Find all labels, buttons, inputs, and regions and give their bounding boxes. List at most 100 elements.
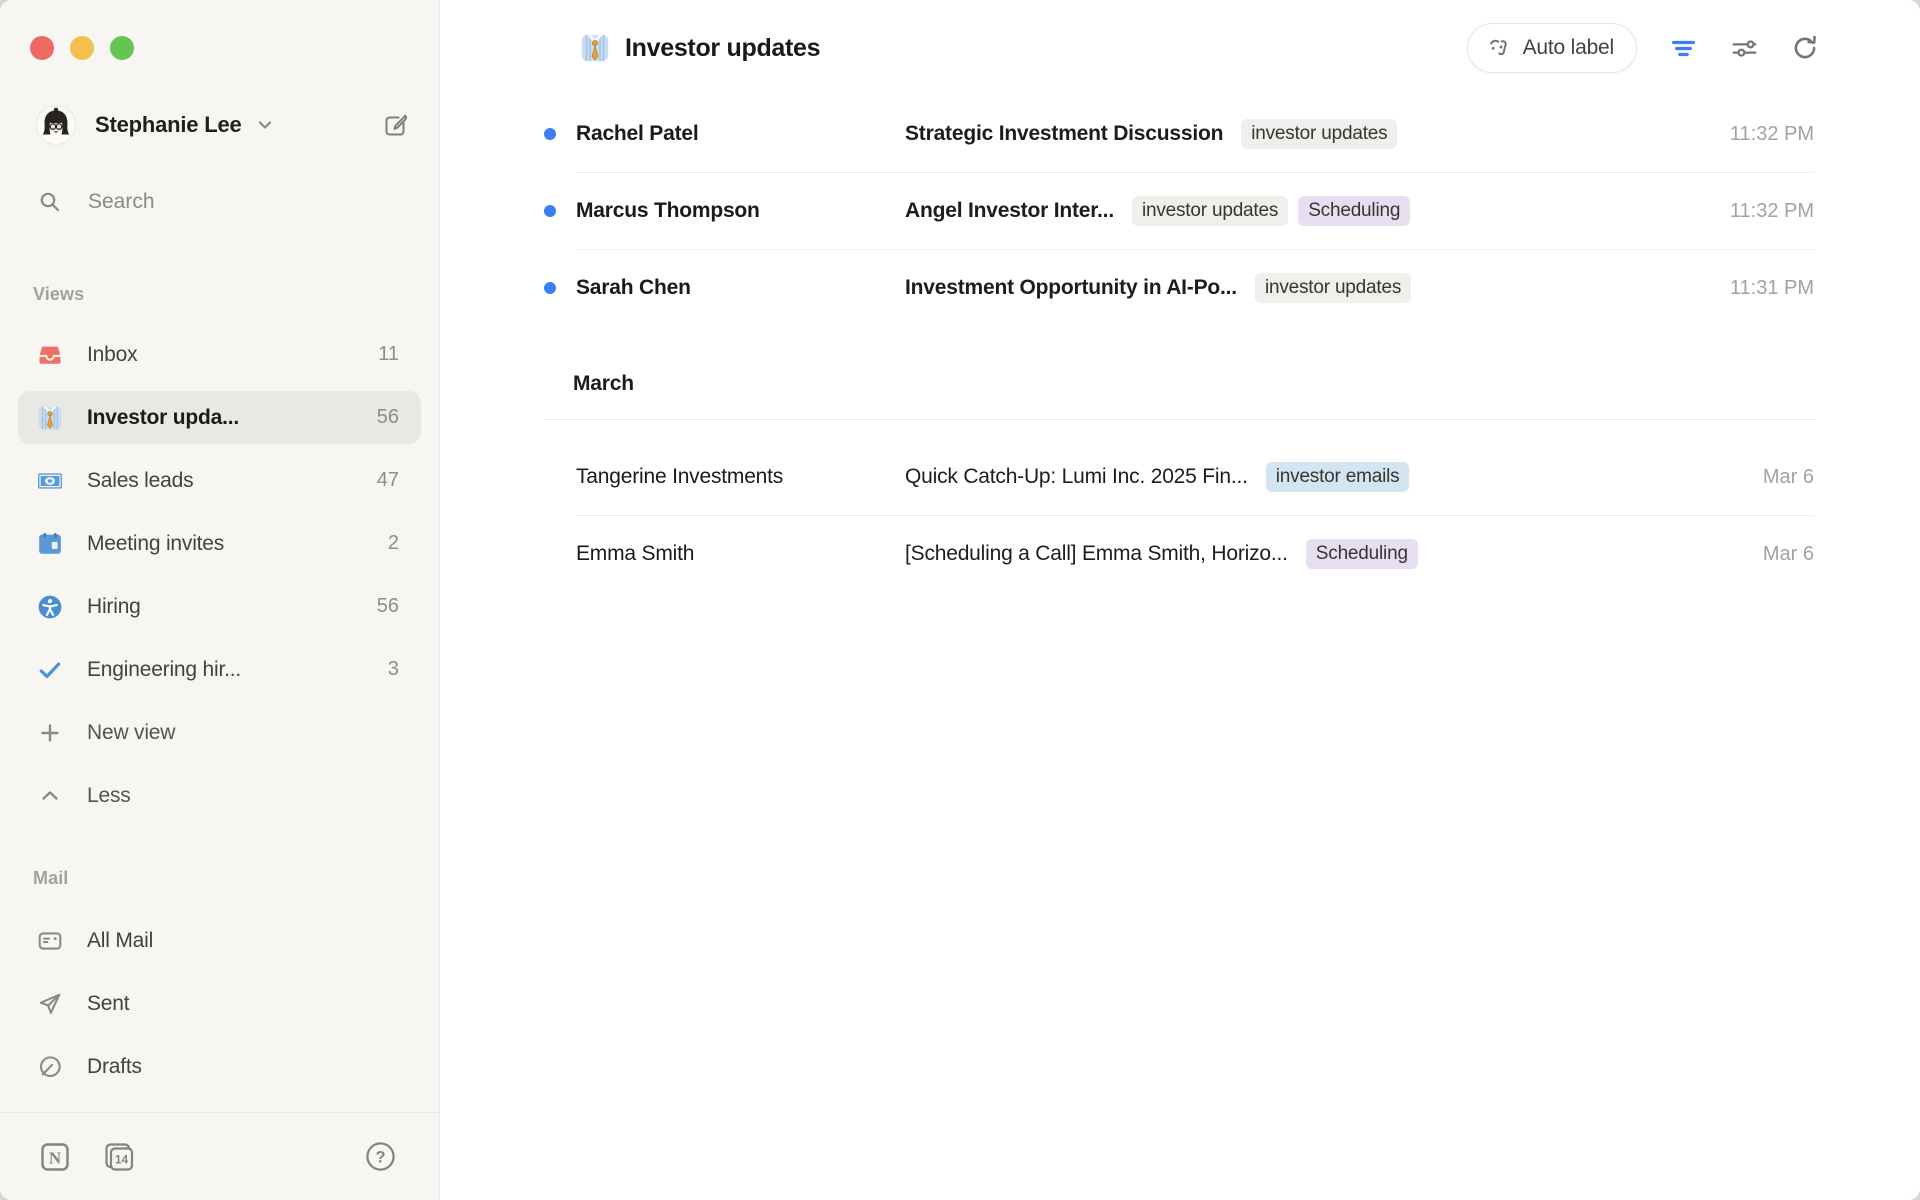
svg-text:14: 14 bbox=[115, 1152, 129, 1166]
email-row[interactable]: Sarah Chen Investment Opportunity in AI-… bbox=[440, 250, 1814, 326]
email-tags: Scheduling bbox=[1306, 539, 1418, 569]
svg-text:?: ? bbox=[375, 1148, 385, 1166]
label-tag[interactable]: investor updates bbox=[1241, 119, 1397, 149]
page-title: Investor updates bbox=[625, 34, 820, 63]
new-view-button[interactable]: New view bbox=[18, 706, 421, 759]
auto-label-text: Auto label bbox=[1523, 36, 1614, 60]
views-nav: Inbox 11 Investor upda... 56 bbox=[0, 304, 439, 822]
notion-logo-icon[interactable]: N bbox=[38, 1140, 72, 1174]
email-row[interactable]: Rachel Patel Strategic Investment Discus… bbox=[440, 96, 1814, 172]
views-section-label: Views bbox=[33, 284, 439, 304]
sidebar-item-count: 3 bbox=[388, 658, 399, 681]
sidebar-item-label: Investor upda... bbox=[87, 406, 239, 430]
ai-face-icon bbox=[1485, 35, 1512, 62]
fullscreen-window-button[interactable] bbox=[110, 36, 134, 60]
email-subject: Quick Catch-Up: Lumi Inc. 2025 Fin... bbox=[905, 465, 1248, 489]
sidebar-item-drafts[interactable]: Drafts bbox=[18, 1040, 421, 1093]
search-button[interactable]: Search bbox=[38, 182, 409, 222]
email-subject: Angel Investor Inter... bbox=[905, 199, 1114, 223]
email-time: 11:32 PM bbox=[1730, 123, 1814, 146]
sidebar-item-hiring[interactable]: Hiring 56 bbox=[18, 580, 421, 633]
paper-plane-icon bbox=[37, 991, 63, 1017]
sidebar-item-count: 47 bbox=[377, 469, 399, 492]
label-tag[interactable]: Scheduling bbox=[1298, 196, 1410, 226]
email-sender: Tangerine Investments bbox=[576, 465, 905, 489]
email-row[interactable]: Marcus Thompson Angel Investor Inter... … bbox=[440, 173, 1814, 249]
sidebar-item-meeting-invites[interactable]: Meeting invites 2 bbox=[18, 517, 421, 570]
sidebar-item-count: 11 bbox=[378, 343, 399, 366]
sidebar-item-label: Sales leads bbox=[87, 469, 193, 493]
calendar-app-icon[interactable]: 14 bbox=[102, 1140, 136, 1174]
sidebar-item-label: Hiring bbox=[87, 595, 141, 619]
email-time: Mar 6 bbox=[1763, 543, 1814, 566]
email-sender: Marcus Thompson bbox=[576, 199, 905, 223]
compose-button[interactable] bbox=[383, 112, 409, 138]
search-label: Search bbox=[88, 190, 155, 214]
email-row[interactable]: Emma Smith [Scheduling a Call] Emma Smit… bbox=[440, 516, 1814, 592]
refresh-icon[interactable] bbox=[1790, 33, 1820, 63]
chevron-up-icon bbox=[37, 783, 63, 809]
new-view-label: New view bbox=[87, 721, 175, 745]
group-divider bbox=[546, 419, 1814, 420]
unread-dot bbox=[544, 548, 556, 560]
sidebar-item-label: Sent bbox=[87, 992, 129, 1016]
mail-section-label: Mail bbox=[33, 868, 439, 888]
email-row[interactable]: Tangerine Investments Quick Catch-Up: Lu… bbox=[440, 439, 1814, 515]
label-tag[interactable]: investor emails bbox=[1266, 462, 1410, 492]
main-panel: Investor updates Auto label bbox=[440, 0, 1920, 1200]
sidebar-item-all-mail[interactable]: All Mail bbox=[18, 914, 421, 967]
group-header-march: March bbox=[573, 372, 1814, 402]
label-tag[interactable]: investor updates bbox=[1255, 273, 1411, 303]
accessibility-icon bbox=[37, 594, 63, 620]
email-sender: Sarah Chen bbox=[576, 276, 905, 300]
email-tags: investor updates Scheduling bbox=[1132, 196, 1410, 226]
email-time: 11:32 PM bbox=[1730, 200, 1814, 223]
sidebar-item-label: Inbox bbox=[87, 343, 137, 367]
filter-icon[interactable] bbox=[1668, 33, 1698, 63]
email-time: 11:31 PM bbox=[1730, 277, 1814, 300]
envelope-icon bbox=[37, 928, 63, 954]
sidebar-item-sales-leads[interactable]: Sales leads 47 bbox=[18, 454, 421, 507]
unread-dot bbox=[544, 205, 556, 217]
display-settings-icon[interactable] bbox=[1729, 33, 1759, 63]
email-sender: Rachel Patel bbox=[576, 122, 905, 146]
sidebar-item-count: 56 bbox=[377, 595, 399, 618]
minimize-window-button[interactable] bbox=[70, 36, 94, 60]
avatar bbox=[36, 105, 76, 145]
sidebar-footer: N 14 ? bbox=[0, 1112, 439, 1200]
header-actions: Auto label bbox=[1467, 23, 1820, 73]
sidebar-item-engineering-hiring[interactable]: Engineering hir... 3 bbox=[18, 643, 421, 696]
email-time: Mar 6 bbox=[1763, 466, 1814, 489]
unread-dot bbox=[544, 282, 556, 294]
chevron-down-icon bbox=[256, 116, 274, 134]
close-window-button[interactable] bbox=[30, 36, 54, 60]
mail-nav: All Mail Sent Drafts bbox=[0, 888, 439, 1093]
label-tag[interactable]: investor updates bbox=[1132, 196, 1288, 226]
calendar-emoji-icon bbox=[37, 531, 63, 557]
unread-dot bbox=[544, 471, 556, 483]
label-tag[interactable]: Scheduling bbox=[1306, 539, 1418, 569]
svg-text:N: N bbox=[49, 1148, 62, 1167]
sidebar-item-label: All Mail bbox=[87, 929, 153, 953]
view-header: Investor updates Auto label bbox=[440, 0, 1920, 96]
sidebar-item-count: 56 bbox=[377, 406, 399, 429]
email-sender: Emma Smith bbox=[576, 542, 905, 566]
sidebar-item-inbox[interactable]: Inbox 11 bbox=[18, 328, 421, 381]
sidebar-item-label: Meeting invites bbox=[87, 532, 224, 556]
help-icon[interactable]: ? bbox=[365, 1141, 396, 1172]
sidebar-item-sent[interactable]: Sent bbox=[18, 977, 421, 1030]
less-button[interactable]: Less bbox=[18, 769, 421, 822]
sidebar-item-label: Drafts bbox=[87, 1055, 142, 1079]
inbox-tray-icon bbox=[37, 342, 63, 368]
account-switcher[interactable]: Stephanie Lee bbox=[36, 105, 409, 145]
auto-label-button[interactable]: Auto label bbox=[1467, 23, 1637, 73]
banknote-icon bbox=[37, 468, 63, 494]
sidebar-item-investor-updates[interactable]: Investor upda... 56 bbox=[18, 391, 421, 444]
email-tags: investor emails bbox=[1266, 462, 1410, 492]
email-subject: [Scheduling a Call] Emma Smith, Horizo..… bbox=[905, 542, 1288, 566]
draft-pencil-circle-icon bbox=[37, 1054, 63, 1080]
email-list: Rachel Patel Strategic Investment Discus… bbox=[440, 96, 1920, 592]
plus-icon bbox=[37, 720, 63, 746]
sidebar: Stephanie Lee Search Views bbox=[0, 0, 440, 1200]
search-icon bbox=[38, 190, 62, 214]
